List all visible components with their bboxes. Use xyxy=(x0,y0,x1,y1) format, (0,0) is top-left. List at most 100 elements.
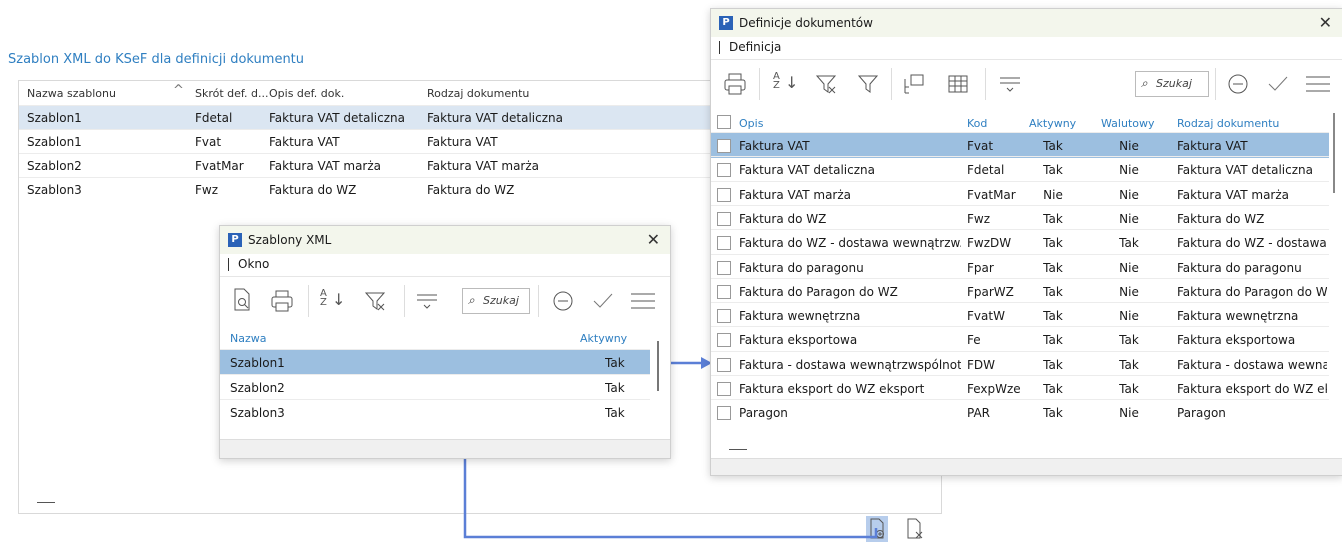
page-title: Szablon XML do KSeF dla definicji dokume… xyxy=(8,52,305,67)
col-rodzaj[interactable]: Rodzaj dokumentu xyxy=(1177,117,1279,130)
cell: Szablon1 xyxy=(230,356,285,370)
list-item[interactable]: Szablon2 Tak xyxy=(220,374,650,400)
row-checkbox[interactable] xyxy=(717,139,731,153)
cell: Faktura VAT marża xyxy=(739,187,852,202)
table-row[interactable]: Faktura - dostawa wewnątrzwspólnot... FDW… xyxy=(711,350,1329,377)
table-row[interactable]: Paragon PAR Tak Nie Paragon xyxy=(711,399,1329,425)
close-icon[interactable]: ✕ xyxy=(647,230,660,249)
print-icon[interactable] xyxy=(723,72,747,96)
check-icon[interactable] xyxy=(1267,74,1289,94)
col-kod[interactable]: Kod xyxy=(967,117,987,130)
cell: Tak xyxy=(1043,284,1063,299)
cell: Faktura VAT detaliczna xyxy=(1177,163,1313,178)
minus-circle-icon[interactable] xyxy=(1227,73,1249,95)
close-icon[interactable]: ✕ xyxy=(1319,13,1332,32)
row-checkbox[interactable] xyxy=(717,211,731,226)
search-placeholder: Szukaj xyxy=(1156,77,1192,90)
menu-icon[interactable] xyxy=(1305,74,1331,94)
table-row[interactable]: Faktura do paragonu Fpar Tak Nie Faktura do … xyxy=(711,253,1329,280)
menu-okno[interactable]: Okno xyxy=(238,257,269,271)
select-all-checkbox[interactable] xyxy=(717,115,731,129)
remove-document-icon[interactable] xyxy=(904,516,926,542)
search-placeholder: Szukaj xyxy=(483,294,519,307)
row-checkbox[interactable] xyxy=(717,236,731,251)
cell: Faktura VAT marża xyxy=(1177,187,1290,202)
search-input[interactable]: ⌕ Szukaj xyxy=(462,288,530,314)
row-checkbox[interactable] xyxy=(717,309,731,324)
table-row[interactable]: Faktura wewnętrzna FvatW Tak Nie Faktura wew… xyxy=(711,302,1329,328)
cell: Paragon xyxy=(739,406,788,421)
table-row[interactable]: Faktura do Paragon do WZ FparWZ Tak Nie Fakt… xyxy=(711,277,1329,304)
row-checkbox[interactable] xyxy=(717,382,731,396)
table-row[interactable]: Faktura VAT detaliczna Fdetal Tak Nie Faktur… xyxy=(711,156,1329,182)
row-checkbox[interactable] xyxy=(717,163,731,178)
check-icon[interactable] xyxy=(592,291,614,311)
table-row[interactable]: Faktura eksport do WZ eksport FexpWze Tak T… xyxy=(711,375,1329,401)
list-item[interactable]: Szablon1 Tak xyxy=(220,349,650,375)
menu-bar: Okno xyxy=(220,254,670,276)
col-opis[interactable]: Opis xyxy=(739,117,763,130)
row-checkbox[interactable] xyxy=(717,187,731,202)
cell: Tak xyxy=(1043,236,1063,251)
menu-definicja[interactable]: Definicja xyxy=(729,40,781,54)
cell: Nie xyxy=(1119,309,1139,324)
row-checkbox[interactable] xyxy=(717,406,731,421)
filter-icon[interactable] xyxy=(364,290,388,312)
grid-icon[interactable] xyxy=(947,73,969,95)
cell: Faktura VAT detaliczna xyxy=(269,111,405,125)
columns-icon[interactable] xyxy=(903,73,925,95)
cell: Tak xyxy=(1043,382,1063,396)
cell: Tak xyxy=(1119,382,1139,396)
row-checkbox[interactable] xyxy=(717,284,731,299)
table-row[interactable]: Faktura do WZ Fwz Tak Nie Faktura do WZ xyxy=(711,204,1329,231)
cell: Faktura eksport do WZ eksport xyxy=(739,382,925,396)
sort-az-icon[interactable]: AZ xyxy=(773,72,780,91)
filter-clear-icon[interactable] xyxy=(815,73,839,95)
cell: Fe xyxy=(967,333,981,348)
col-nazwa[interactable]: Nazwa xyxy=(230,332,266,345)
sort-asc-icon: ^ xyxy=(173,83,184,98)
cell: Tak xyxy=(605,406,625,420)
row-checkbox[interactable] xyxy=(717,357,731,372)
col-walutowy[interactable]: Walutowy xyxy=(1101,117,1155,130)
col-opis[interactable]: Opis def. dok. xyxy=(269,87,344,100)
table-row[interactable]: Faktura VAT marża FvatMar Nie Nie Faktura VA… xyxy=(711,180,1329,207)
col-aktywny[interactable]: Aktywny xyxy=(1029,117,1076,130)
row-checkbox[interactable] xyxy=(717,260,731,275)
minus-circle-icon[interactable] xyxy=(552,290,574,312)
col-rodzaj[interactable]: Rodzaj dokumentu xyxy=(427,87,529,100)
preview-icon[interactable] xyxy=(232,287,254,313)
collapse-icon[interactable] xyxy=(729,449,747,450)
cell: Faktura VAT detaliczna xyxy=(739,163,875,178)
sort-az-icon[interactable]: AZ xyxy=(320,289,327,308)
menu-icon[interactable] xyxy=(630,291,656,311)
window-title: Szablony XML xyxy=(248,233,332,247)
filter-icon[interactable] xyxy=(857,73,879,95)
col-nazwa-szablonu[interactable]: Nazwa szablonu xyxy=(27,87,116,100)
col-skrot[interactable]: Skrót def. d... xyxy=(195,87,268,100)
cell: Szablon1 xyxy=(27,111,82,125)
table-row[interactable]: Faktura VAT Fvat Tak Nie Faktura VAT xyxy=(711,132,1329,158)
group-icon[interactable] xyxy=(416,293,438,309)
col-aktywny[interactable]: Aktywny xyxy=(580,332,627,345)
cell: Szablon2 xyxy=(27,159,82,173)
collapse-icon[interactable] xyxy=(37,502,55,503)
sort-arrow-icon: ↓ xyxy=(332,290,346,309)
cell: Tak xyxy=(605,381,625,395)
cell: Faktura do paragonu xyxy=(1177,260,1302,275)
list-item[interactable]: Szablon3 Tak xyxy=(220,399,650,425)
add-document-icon[interactable] xyxy=(866,516,888,542)
print-icon[interactable] xyxy=(270,289,294,313)
group-icon[interactable] xyxy=(999,76,1021,92)
table-row[interactable]: Faktura eksportowa Fe Tak Tak Faktura ekspor… xyxy=(711,326,1329,352)
toolbar: AZ ↓ ⌕ Szukaj xyxy=(220,276,670,325)
scrollbar[interactable] xyxy=(1333,113,1335,193)
row-checkbox[interactable] xyxy=(717,333,731,348)
cell: FvatMar xyxy=(967,187,1016,202)
cell: Tak xyxy=(1119,357,1139,372)
cell: Szablon1 xyxy=(27,135,82,149)
table-row[interactable]: Faktura do WZ - dostawa wewnątrzw... FwzD… xyxy=(711,229,1329,255)
status-bar xyxy=(711,458,1342,475)
search-input[interactable]: ⌕ Szukaj xyxy=(1135,71,1209,97)
scrollbar[interactable] xyxy=(657,341,659,391)
